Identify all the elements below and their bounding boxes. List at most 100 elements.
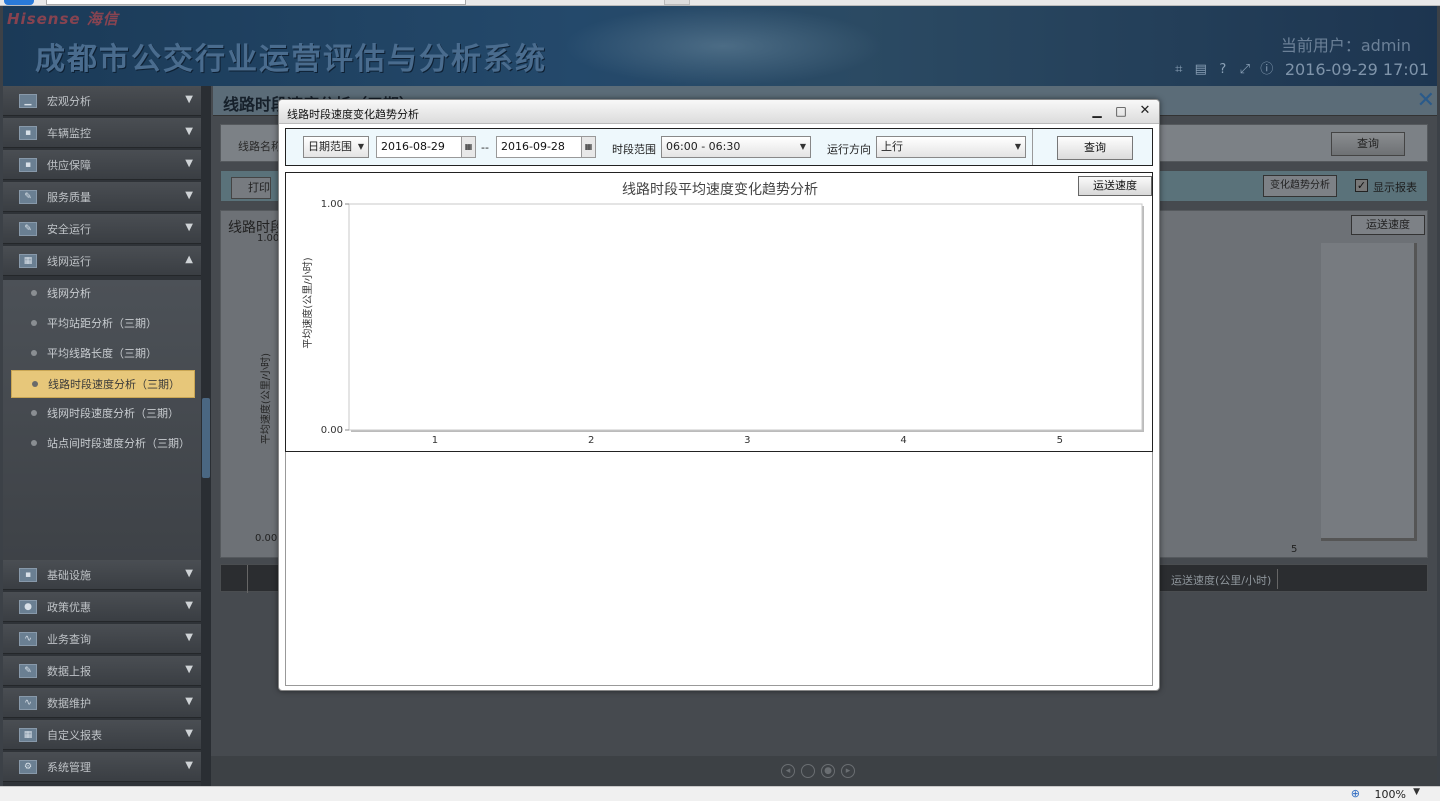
zoom-dropdown-icon[interactable]: ▼ bbox=[1413, 787, 1420, 797]
grid-column-speed[interactable]: 运送速度(公里/小时) bbox=[1171, 572, 1271, 588]
chevron-down-icon: ▼ bbox=[185, 568, 193, 579]
maximize-icon[interactable]: □ bbox=[1111, 102, 1131, 120]
start-date-value: 2016-08-29 bbox=[381, 140, 445, 153]
help-icon[interactable]: ? bbox=[1215, 62, 1231, 78]
submenu-item[interactable]: 线网分析 bbox=[11, 280, 195, 306]
trend-icon: ∿ bbox=[19, 695, 37, 710]
submenu-item[interactable]: 线网时段速度分析（三期） bbox=[11, 400, 195, 426]
calendar-icon[interactable]: ▤ bbox=[1193, 62, 1209, 78]
chevron-down-icon: ▼ bbox=[185, 728, 193, 739]
close-icon[interactable]: ✕ bbox=[1417, 88, 1435, 114]
end-date-value: 2016-09-28 bbox=[501, 140, 565, 153]
sidebar-item-label: 车辆监控 bbox=[47, 126, 91, 140]
system-title: 成都市公交行业运营评估与分析系统 bbox=[35, 42, 547, 77]
table-icon: ▦ bbox=[19, 727, 37, 742]
zoom-level[interactable]: 100% bbox=[1375, 788, 1406, 801]
zoom-icon[interactable]: ⊕ bbox=[1351, 787, 1360, 800]
bg-chart-ymin: 0.00 bbox=[255, 533, 278, 544]
chart-svg: 0.00 1.00 1 2 3 4 5 平均速度(公里/小时) bbox=[301, 199, 1144, 446]
trend-chart: 线路时段平均速度变化趋势分析 运送速度 0.00 1.00 1 2 3 4 5 平均速度(公里… bbox=[285, 172, 1153, 452]
fullscreen-icon[interactable]: ⤢ bbox=[1237, 62, 1253, 78]
x-tick-label: 4 bbox=[900, 435, 906, 446]
sidebar-item-infrastructure[interactable]: ▪ 基础设施 ▼ bbox=[3, 560, 201, 590]
dialog-query-button[interactable]: 查询 bbox=[1057, 136, 1133, 160]
sidebar-item-custom-report[interactable]: ▦ 自定义报表 ▼ bbox=[3, 720, 201, 750]
page-dot-icon[interactable] bbox=[801, 764, 815, 778]
sidebar-item-label: 自定义报表 bbox=[47, 728, 102, 742]
sidebar-item-label: 数据维护 bbox=[47, 696, 91, 710]
splitter-handle[interactable] bbox=[202, 398, 210, 478]
sidebar-item-supply[interactable]: ▪ 供应保障 ▼ bbox=[3, 150, 201, 180]
bg-chart-xtick: 5 bbox=[1291, 544, 1298, 555]
y-tick-label: 0.00 bbox=[321, 425, 343, 436]
bullet-icon bbox=[31, 440, 37, 446]
x-tick-label: 3 bbox=[744, 435, 750, 446]
sidebar-item-network[interactable]: ▦ 线网运行 ▲ bbox=[3, 246, 201, 276]
show-report-checkbox[interactable]: ✓ bbox=[1355, 179, 1368, 192]
supply-icon: ▪ bbox=[19, 157, 37, 172]
globe-icon: ● bbox=[19, 599, 37, 614]
submenu-item-active[interactable]: 线路时段速度分析（三期） bbox=[11, 370, 195, 398]
x-tick-label: 5 bbox=[1057, 435, 1063, 446]
content-footer: ◂ ● ▸ bbox=[211, 756, 1437, 786]
trend-analysis-button[interactable]: 变化趋势分析 bbox=[1263, 175, 1337, 197]
submenu-item[interactable]: 站点间时段速度分析（三期） bbox=[11, 430, 195, 456]
dropdown-icon: ▼ bbox=[799, 142, 806, 151]
sidebar-item-label: 服务质量 bbox=[47, 190, 91, 204]
sidebar-submenu: 线网分析 平均站距分析（三期） 平均线路长度（三期） 线路时段速度分析（三期） … bbox=[3, 280, 201, 560]
browser-tab[interactable] bbox=[664, 0, 690, 5]
print-button[interactable]: 打印 bbox=[231, 177, 271, 199]
pager: ◂ ● ▸ bbox=[781, 764, 855, 778]
submenu-item[interactable]: 平均站距分析（三期） bbox=[11, 310, 195, 336]
pencil-icon: ✎ bbox=[19, 663, 37, 678]
y-axis-label: 平均速度(公里/小时) bbox=[301, 257, 314, 348]
sidebar-item-macro[interactable]: ▁ 宏观分析 ▼ bbox=[3, 86, 201, 116]
chevron-down-icon: ▼ bbox=[185, 126, 193, 137]
sidebar-item-data-maintenance[interactable]: ∿ 数据维护 ▼ bbox=[3, 688, 201, 718]
bullet-icon bbox=[31, 290, 37, 296]
sidebar-item-data-report[interactable]: ✎ 数据上报 ▼ bbox=[3, 656, 201, 686]
end-date-input[interactable]: 2016-09-28 ▦ bbox=[496, 136, 596, 158]
sidebar-item-policy[interactable]: ● 政策优惠 ▼ bbox=[3, 592, 201, 622]
browser-back-button[interactable] bbox=[4, 0, 34, 5]
sidebar-item-label: 基础设施 bbox=[47, 568, 91, 582]
start-date-input[interactable]: 2016-08-29 ▦ bbox=[376, 136, 476, 158]
sidebar-item-business-query[interactable]: ∿ 业务查询 ▼ bbox=[3, 624, 201, 654]
date-separator: -- bbox=[481, 141, 489, 154]
submenu-item-label: 线网分析 bbox=[47, 287, 91, 300]
minimize-icon[interactable]: ▁ bbox=[1087, 102, 1107, 120]
date-mode-select[interactable]: 日期范围 ▼ bbox=[303, 136, 369, 158]
crop-icon[interactable]: ⌗ bbox=[1171, 62, 1187, 78]
bg-chart-plot bbox=[1321, 243, 1417, 541]
sidebar-item-vehicle[interactable]: ▪ 车辆监控 ▼ bbox=[3, 118, 201, 148]
close-icon[interactable]: ✕ bbox=[1135, 102, 1155, 120]
sidebar-item-service[interactable]: ✎ 服务质量 ▼ bbox=[3, 182, 201, 212]
direction-select[interactable]: 上行 ▼ bbox=[876, 136, 1026, 158]
prev-page-icon[interactable]: ◂ bbox=[781, 764, 795, 778]
route-name-label: 线路名称 bbox=[238, 140, 282, 153]
calendar-icon[interactable]: ▦ bbox=[581, 137, 595, 157]
grid-separator bbox=[1277, 569, 1278, 589]
sidebar-splitter[interactable] bbox=[201, 86, 211, 786]
next-page-icon[interactable]: ▸ bbox=[841, 764, 855, 778]
query-button[interactable]: 查询 bbox=[1331, 132, 1405, 156]
bg-speed-button[interactable]: 运送速度 bbox=[1351, 215, 1425, 235]
grid-separator bbox=[247, 565, 248, 593]
submenu-item[interactable]: 平均线路长度（三期） bbox=[11, 340, 195, 366]
sidebar-item-safety[interactable]: ✎ 安全运行 ▼ bbox=[3, 214, 201, 244]
time-range-select[interactable]: 06:00 - 06:30 ▼ bbox=[661, 136, 811, 158]
calendar-icon[interactable]: ▦ bbox=[461, 137, 475, 157]
date-mode-value: 日期范围 bbox=[308, 140, 352, 153]
info-icon[interactable]: ⓘ bbox=[1259, 62, 1275, 78]
sidebar-item-label: 供应保障 bbox=[47, 158, 91, 172]
address-bar[interactable] bbox=[46, 0, 466, 5]
dialog-titlebar[interactable]: 线路时段速度变化趋势分析 ▁ □ ✕ bbox=[279, 100, 1159, 124]
chevron-down-icon: ▼ bbox=[185, 190, 193, 201]
bus-icon: ▪ bbox=[19, 125, 37, 140]
x-tick-label: 1 bbox=[432, 435, 438, 446]
sidebar-item-system[interactable]: ⚙ 系统管理 ▼ bbox=[3, 752, 201, 782]
page-dot-active-icon[interactable]: ● bbox=[821, 764, 835, 778]
chevron-down-icon: ▼ bbox=[185, 600, 193, 611]
sidebar-item-label: 政策优惠 bbox=[47, 600, 91, 614]
header-tools: ⌗ ▤ ? ⤢ ⓘ 2016-09-29 17:01 bbox=[1171, 60, 1429, 79]
